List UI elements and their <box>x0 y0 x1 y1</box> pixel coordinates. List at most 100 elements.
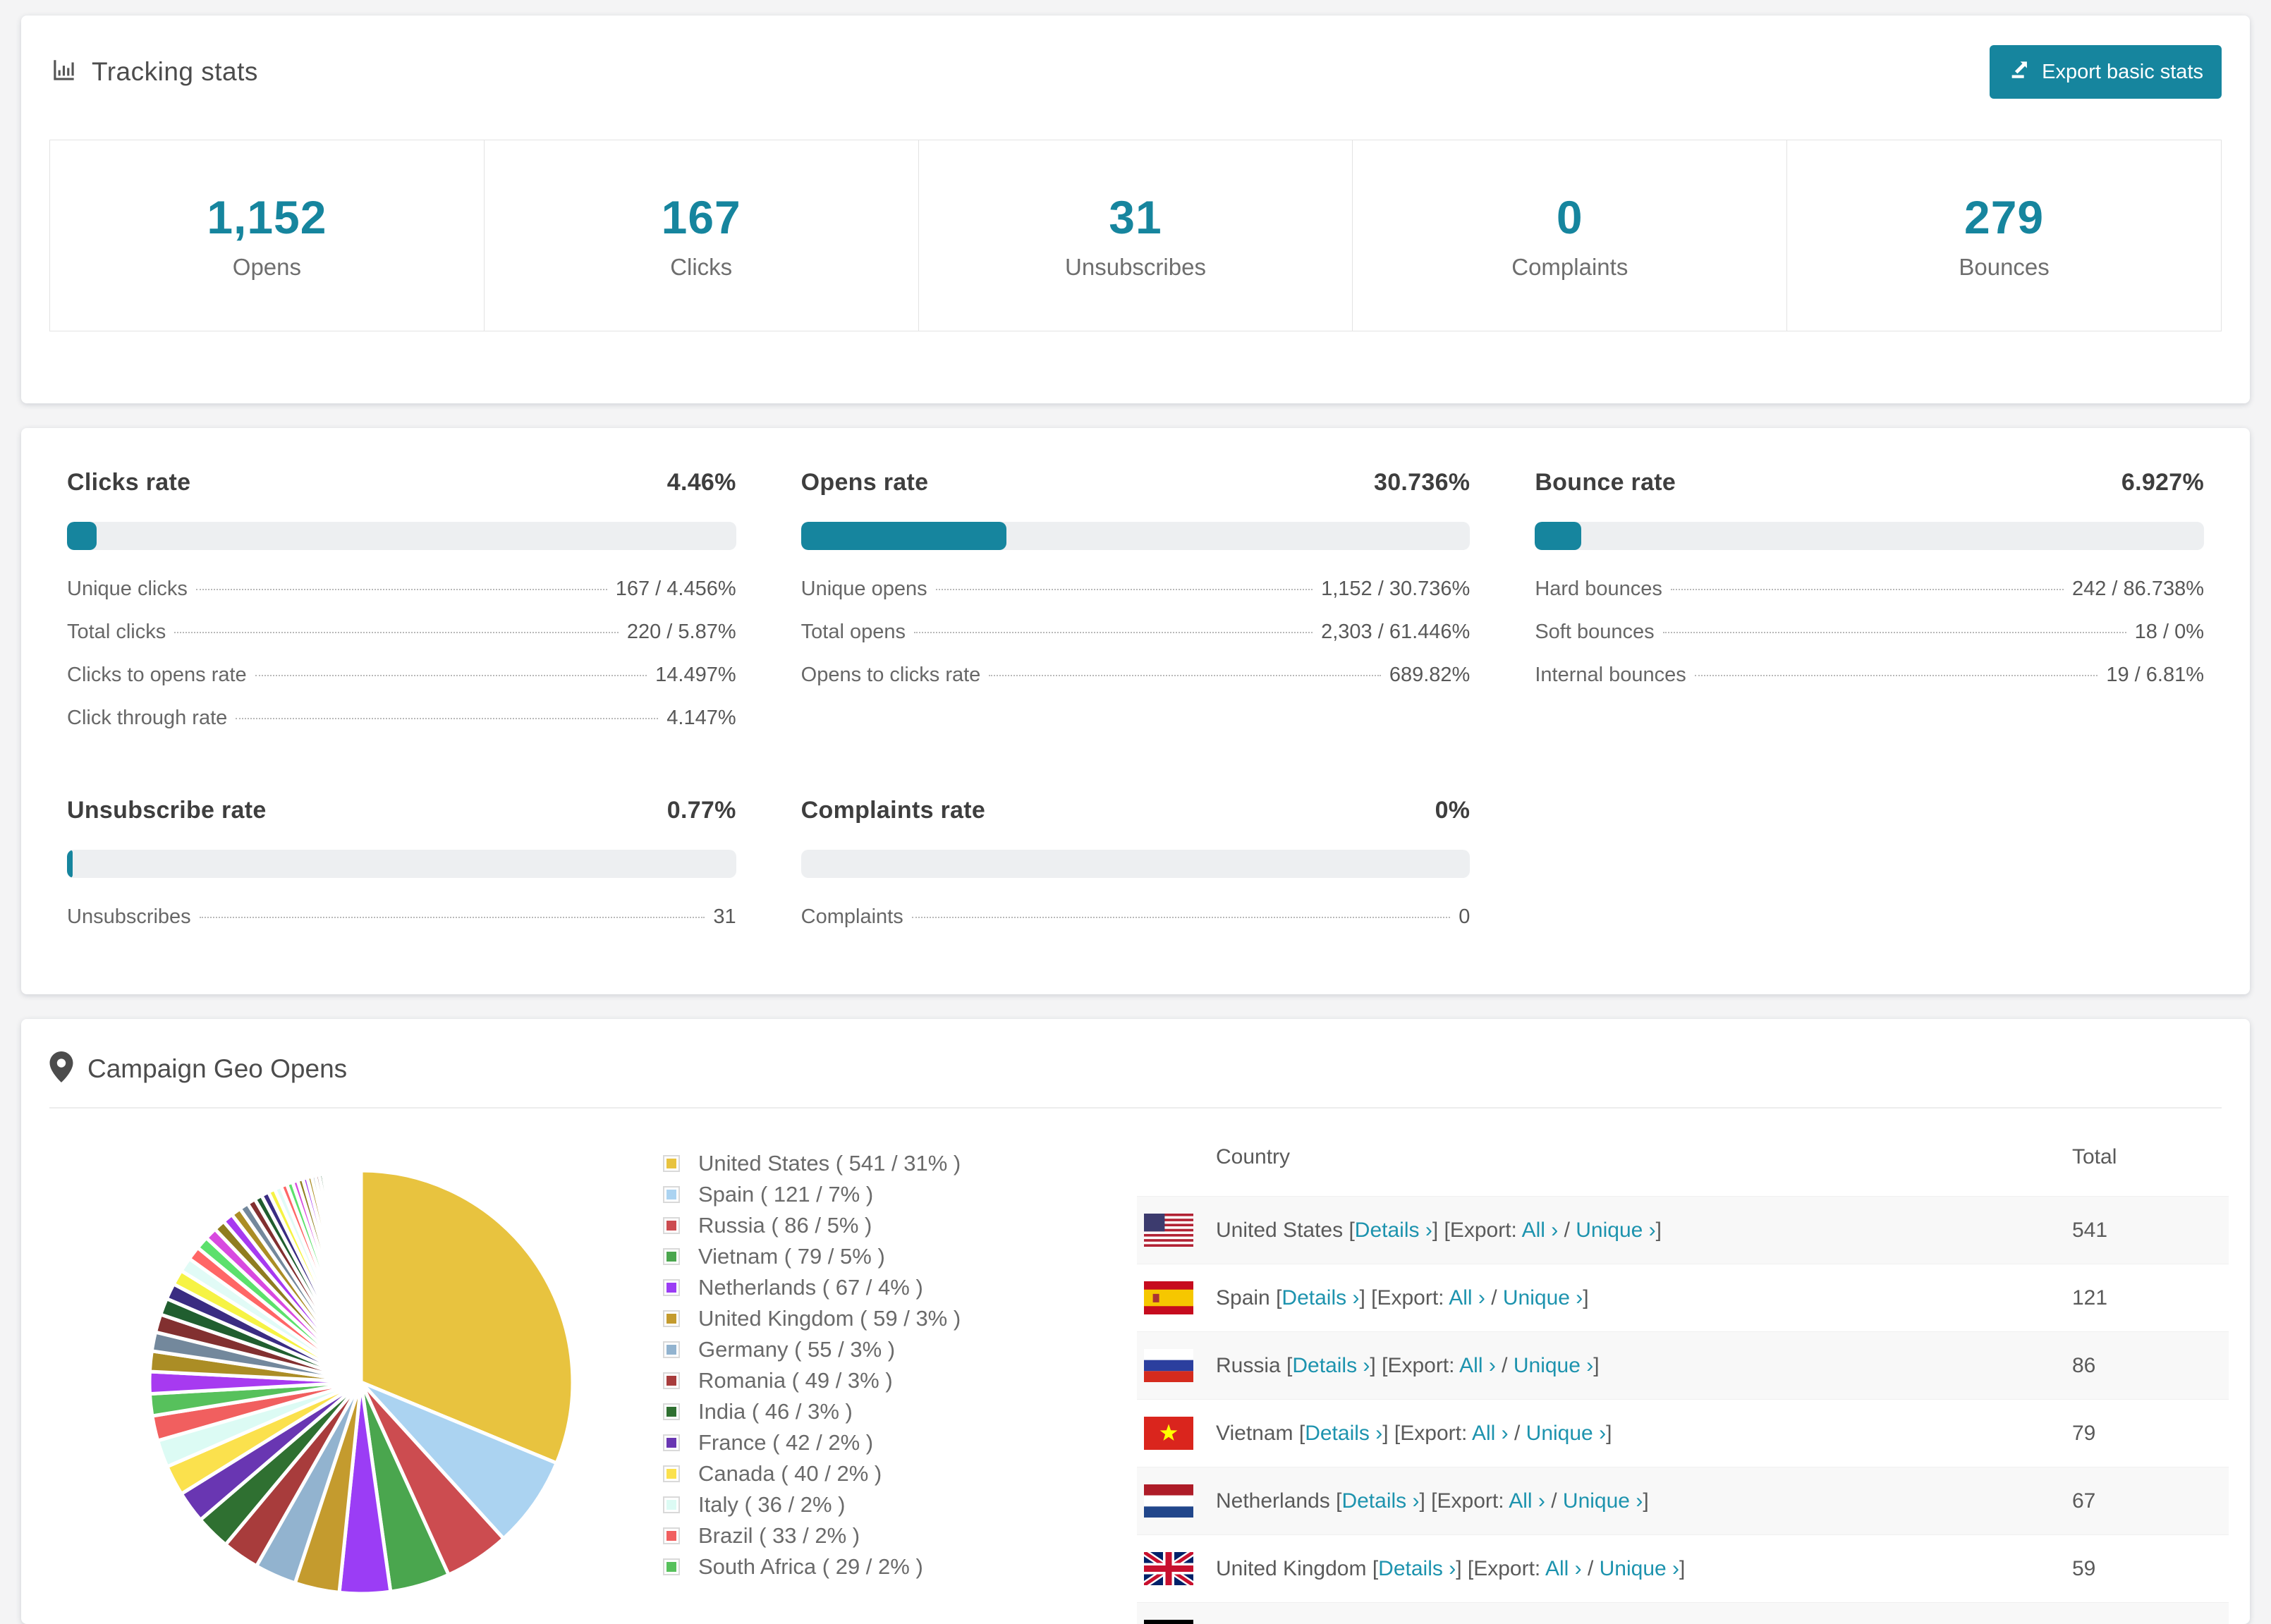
country-name: Netherlands <box>1216 1489 1330 1513</box>
legend-label: Canada ( 40 / 2% ) <box>698 1461 882 1486</box>
country-flag-icon <box>1144 1214 1193 1247</box>
rates-card: Clicks rate 4.46% Unique clicks 167 / 4.… <box>21 428 2250 994</box>
table-row: Spain [Details ›] [Export: All › / Uniqu… <box>1137 1264 2229 1331</box>
legend-swatch <box>663 1217 680 1234</box>
progress-bar-fill <box>67 522 97 550</box>
export-basic-stats-button[interactable]: Export basic stats <box>1990 45 2222 99</box>
table-row: Russia [Details ›] [Export: All › / Uniq… <box>1137 1331 2229 1399</box>
legend-swatch <box>663 1341 680 1358</box>
legend-label: India ( 46 / 3% ) <box>698 1399 853 1424</box>
detail-label: Unsubscribes <box>67 905 191 928</box>
detail-label: Hard bounces <box>1535 578 1662 600</box>
legend-item: Germany ( 55 / 3% ) <box>663 1337 1137 1362</box>
rate-value: 4.46% <box>666 469 736 496</box>
detail-label: Click through rate <box>67 707 228 729</box>
geo-title: Campaign Geo Opens <box>87 1054 348 1083</box>
details-link[interactable]: Details › <box>1355 1219 1432 1242</box>
dotted-leader <box>199 917 705 918</box>
detail-label: Complaints <box>800 905 903 928</box>
dotted-leader <box>1670 589 2064 590</box>
pie-slice <box>358 1168 363 1384</box>
export-all-link[interactable]: All › <box>1459 1354 1496 1377</box>
table-row: United Kingdom [Details ›] [Export: All … <box>1137 1534 2229 1602</box>
export-all-link[interactable]: All › <box>1472 1422 1509 1445</box>
legend-swatch <box>663 1527 680 1544</box>
progress-bar <box>800 522 1471 550</box>
table-row: Germany [Details ›] [Export: All › / Uni… <box>1137 1602 2229 1624</box>
details-link[interactable]: Details › <box>1305 1422 1382 1445</box>
legend-item: United Kingdom ( 59 / 3% ) <box>663 1306 1137 1331</box>
summary-stat-box: 279 Bounces <box>1786 140 2222 331</box>
export-unique-link[interactable]: Unique › <box>1514 1354 1593 1377</box>
total-cell: 541 <box>2072 1218 2108 1242</box>
legend-label: Romania ( 49 / 3% ) <box>698 1368 893 1393</box>
country-cell: Russia [Details ›] [Export: All › / Uniq… <box>1216 1353 1600 1377</box>
dotted-leader <box>174 632 619 633</box>
progress-bar <box>67 522 736 550</box>
export-icon <box>2008 57 2032 87</box>
rate-panel: Bounce rate 6.927% Hard bounces 242 / 86… <box>1535 469 2204 739</box>
detail-value: 1,152 / 30.736% <box>1321 578 1471 600</box>
legend-swatch <box>663 1310 680 1327</box>
export-all-link[interactable]: All › <box>1449 1286 1485 1309</box>
details-link[interactable]: Details › <box>1341 1489 1419 1513</box>
legend-item: Brazil ( 33 / 2% ) <box>663 1523 1137 1549</box>
detail-value: 31 <box>713 905 736 928</box>
detail-value: 19 / 6.81% <box>2106 664 2204 686</box>
page-title: Tracking stats <box>92 57 258 86</box>
dotted-leader <box>989 675 1381 676</box>
rate-value: 0% <box>1435 797 1471 824</box>
legend-item: Italy ( 36 / 2% ) <box>663 1492 1137 1518</box>
legend-label: Germany ( 55 / 3% ) <box>698 1337 896 1362</box>
country-flag-icon <box>1144 1552 1193 1585</box>
country-cell: United States [Details ›] [Export: All ›… <box>1216 1218 1662 1242</box>
legend-item: Romania ( 49 / 3% ) <box>663 1368 1137 1393</box>
stat-label: Unsubscribes <box>1065 254 1206 280</box>
export-button-label: Export basic stats <box>2042 60 2203 83</box>
rate-detail-row: Complaints 0 <box>801 895 1471 938</box>
dotted-leader <box>911 917 1451 918</box>
export-unique-link[interactable]: Unique › <box>1503 1286 1583 1309</box>
rate-detail-row: Internal bounces 19 / 6.81% <box>1535 653 2204 696</box>
geo-pie-chart <box>142 1164 580 1624</box>
details-link[interactable]: Details › <box>1378 1557 1456 1580</box>
details-link[interactable]: Details › <box>1292 1354 1370 1377</box>
export-all-link[interactable]: All › <box>1545 1557 1582 1580</box>
country-flag-icon <box>1144 1484 1193 1518</box>
stat-label: Clicks <box>670 254 733 280</box>
rate-title: Clicks rate <box>67 469 191 496</box>
details-link[interactable]: Details › <box>1281 1286 1359 1309</box>
country-name: Vietnam <box>1216 1421 1293 1445</box>
rate-title: Bounce rate <box>1535 469 1676 496</box>
legend-item: Canada ( 40 / 2% ) <box>663 1461 1137 1486</box>
legend-swatch <box>663 1558 680 1575</box>
country-name: United States <box>1216 1218 1344 1242</box>
legend-swatch <box>663 1496 680 1513</box>
legend-item: Netherlands ( 67 / 4% ) <box>663 1275 1137 1300</box>
export-all-link[interactable]: All › <box>1522 1219 1559 1242</box>
export-unique-link[interactable]: Unique › <box>1526 1422 1606 1445</box>
rate-panel: Unsubscribe rate 0.77% Unsubscribes 31 <box>67 797 736 938</box>
detail-value: 689.82% <box>1389 664 1471 686</box>
country-cell: United Kingdom [Details ›] [Export: All … <box>1216 1556 1686 1580</box>
rate-detail-row: Total opens 2,303 / 61.446% <box>801 610 1471 653</box>
legend-label: Russia ( 86 / 5% ) <box>698 1213 872 1238</box>
rate-detail-row: Click through rate 4.147% <box>67 696 736 739</box>
country-name: Spain <box>1216 1286 1270 1309</box>
export-all-link[interactable]: All › <box>1509 1489 1545 1513</box>
dotted-leader <box>1662 632 2126 633</box>
total-cell: 121 <box>2072 1286 2108 1309</box>
legend-swatch <box>663 1155 680 1172</box>
detail-label: Total clicks <box>67 621 166 643</box>
dotted-leader <box>255 675 647 676</box>
export-unique-link[interactable]: Unique › <box>1576 1219 1655 1242</box>
export-unique-link[interactable]: Unique › <box>1563 1489 1643 1513</box>
export-unique-link[interactable]: Unique › <box>1600 1557 1679 1580</box>
legend-label: Spain ( 121 / 7% ) <box>698 1182 874 1207</box>
dotted-leader <box>195 589 607 590</box>
stat-value: 31 <box>1109 191 1162 243</box>
progress-bar-fill <box>1535 522 1582 550</box>
dotted-leader <box>913 632 1313 633</box>
legend-label: United States ( 541 / 31% ) <box>698 1151 961 1176</box>
legend-swatch <box>663 1279 680 1296</box>
